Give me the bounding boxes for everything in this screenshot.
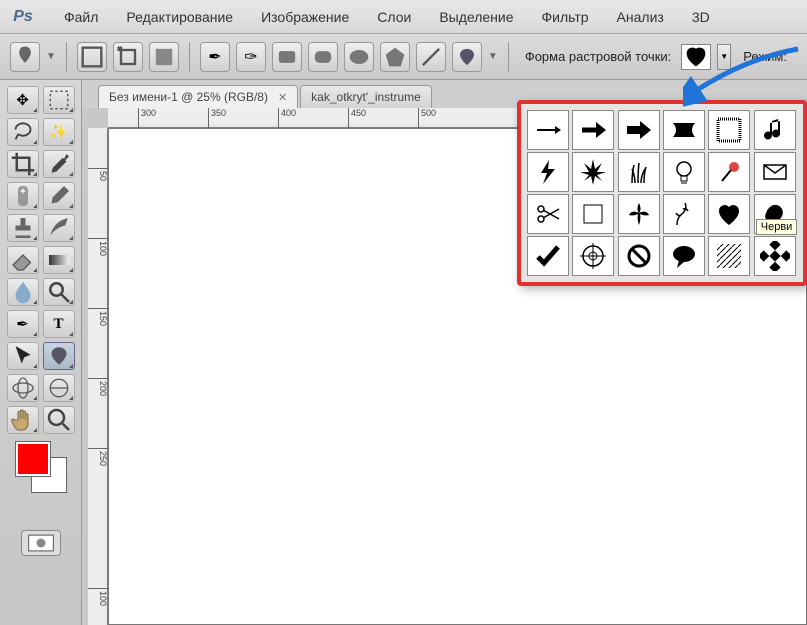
ruler-tick: 150 [88,308,108,326]
ruler-tick: 350 [208,108,226,128]
ruler-tick: 100 [88,588,108,606]
shape-label: Форма растровой точки: [525,49,671,64]
path-icon[interactable] [113,42,143,72]
shape-frame[interactable] [708,110,750,150]
shape-rect-outline[interactable] [572,194,614,234]
shape-scissors[interactable] [527,194,569,234]
zoom-tool[interactable] [43,406,75,434]
pen-icon[interactable]: ✒ [200,42,230,72]
tool-preset-icon[interactable] [10,42,40,72]
menu-3d[interactable]: 3D [678,5,724,29]
shape-hatch[interactable] [708,236,750,276]
path-select-tool[interactable] [7,342,39,370]
pen-tool[interactable]: ✒ [7,310,39,338]
freeform-pen-icon[interactable]: ✑ [236,42,266,72]
shape-tooltip: Черви [756,219,798,235]
ruler-tick: 450 [348,108,366,128]
shape-fleur[interactable] [618,194,660,234]
line-shape-icon[interactable] [416,42,446,72]
hand-tool[interactable] [7,406,39,434]
custom-shape-icon[interactable] [452,42,482,72]
roundrect-shape-icon[interactable] [308,42,338,72]
tab-label: Без имени-1 @ 25% (RGB/8) [109,90,268,104]
ruler-tick: 500 [418,108,436,128]
ruler-tick: 400 [278,108,296,128]
shape-pin[interactable] [708,152,750,192]
eraser-tool[interactable] [7,246,39,274]
ruler-tick: 50 [88,168,108,181]
blur-tool[interactable] [7,278,39,306]
shape-lightning[interactable] [527,152,569,192]
shape-vine[interactable] [663,194,705,234]
marquee-tool[interactable] [43,86,75,114]
shape-heart[interactable]: Черви [708,194,750,234]
gradient-tool[interactable] [43,246,75,274]
shape-arrow-bold[interactable] [572,110,614,150]
shape-dropdown-toggle[interactable]: ▼ [717,44,731,70]
3d-rotate-tool[interactable] [7,374,39,402]
app-logo: Ps [8,5,38,29]
shape-bulb[interactable] [663,152,705,192]
menu-layers[interactable]: Слои [363,5,425,29]
crop-tool[interactable] [7,150,39,178]
shape-check[interactable] [527,236,569,276]
brush-tool[interactable] [43,182,75,210]
rect-shape-icon[interactable] [272,42,302,72]
tab-doc-2[interactable]: kak_otkryt'_instrume [300,85,432,108]
options-bar: ▼ ✒ ✑ ▼ Форма растровой точки: ▼ Режим: [0,34,807,80]
menu-filter[interactable]: Фильтр [528,5,603,29]
dodge-tool[interactable] [43,278,75,306]
menu-image[interactable]: Изображение [247,5,363,29]
stamp-tool[interactable] [7,214,39,242]
shape-envelope[interactable] [754,152,796,192]
history-brush-tool[interactable] [43,214,75,242]
tab-label: kak_otkryt'_instrume [311,90,421,104]
shape-arrow-thin[interactable] [527,110,569,150]
shape-note[interactable] [754,110,796,150]
shape-bowtie[interactable] [663,110,705,150]
ruler-vertical: 50 100 150 200 250 100 [88,128,108,625]
ruler-tick: 200 [88,378,108,396]
fill-pixels-icon[interactable] [149,42,179,72]
heal-tool[interactable] [7,182,39,210]
shape-grass[interactable] [618,152,660,192]
ruler-tick: 250 [88,448,108,466]
shape-arrow-block[interactable] [618,110,660,150]
shape-tool[interactable] [43,342,75,370]
color-swatches[interactable] [16,442,66,492]
menubar: Ps Файл Редактирование Изображение Слои … [0,0,807,34]
toolbox: ✥ ✨ ✒ T [0,80,82,625]
ellipse-shape-icon[interactable] [344,42,374,72]
shape-no[interactable] [618,236,660,276]
polygon-shape-icon[interactable] [380,42,410,72]
eyedropper-tool[interactable] [43,150,75,178]
current-shape-preview[interactable] [681,44,711,70]
move-tool[interactable]: ✥ [7,86,39,114]
menu-file[interactable]: Файл [50,5,112,29]
shape-speech[interactable] [663,236,705,276]
lasso-tool[interactable] [7,118,39,146]
shape-checker[interactable] [754,236,796,276]
ruler-tick: 300 [138,108,156,128]
type-tool[interactable]: T [43,310,75,338]
close-icon[interactable]: ✕ [278,91,287,104]
mode-label: Режим: [743,49,787,64]
quick-mask-toggle[interactable] [21,530,61,556]
shape-crosshair[interactable] [572,236,614,276]
ruler-tick: 100 [88,238,108,256]
foreground-color[interactable] [16,442,50,476]
3d-orbit-tool[interactable] [43,374,75,402]
menu-analysis[interactable]: Анализ [603,5,678,29]
shape-burst[interactable] [572,152,614,192]
shape-layer-icon[interactable] [77,42,107,72]
menu-select[interactable]: Выделение [425,5,527,29]
wand-tool[interactable]: ✨ [43,118,75,146]
menu-edit[interactable]: Редактирование [112,5,247,29]
custom-shapes-popup: Черви [517,100,807,286]
tab-doc-1[interactable]: Без имени-1 @ 25% (RGB/8) ✕ [98,85,298,108]
